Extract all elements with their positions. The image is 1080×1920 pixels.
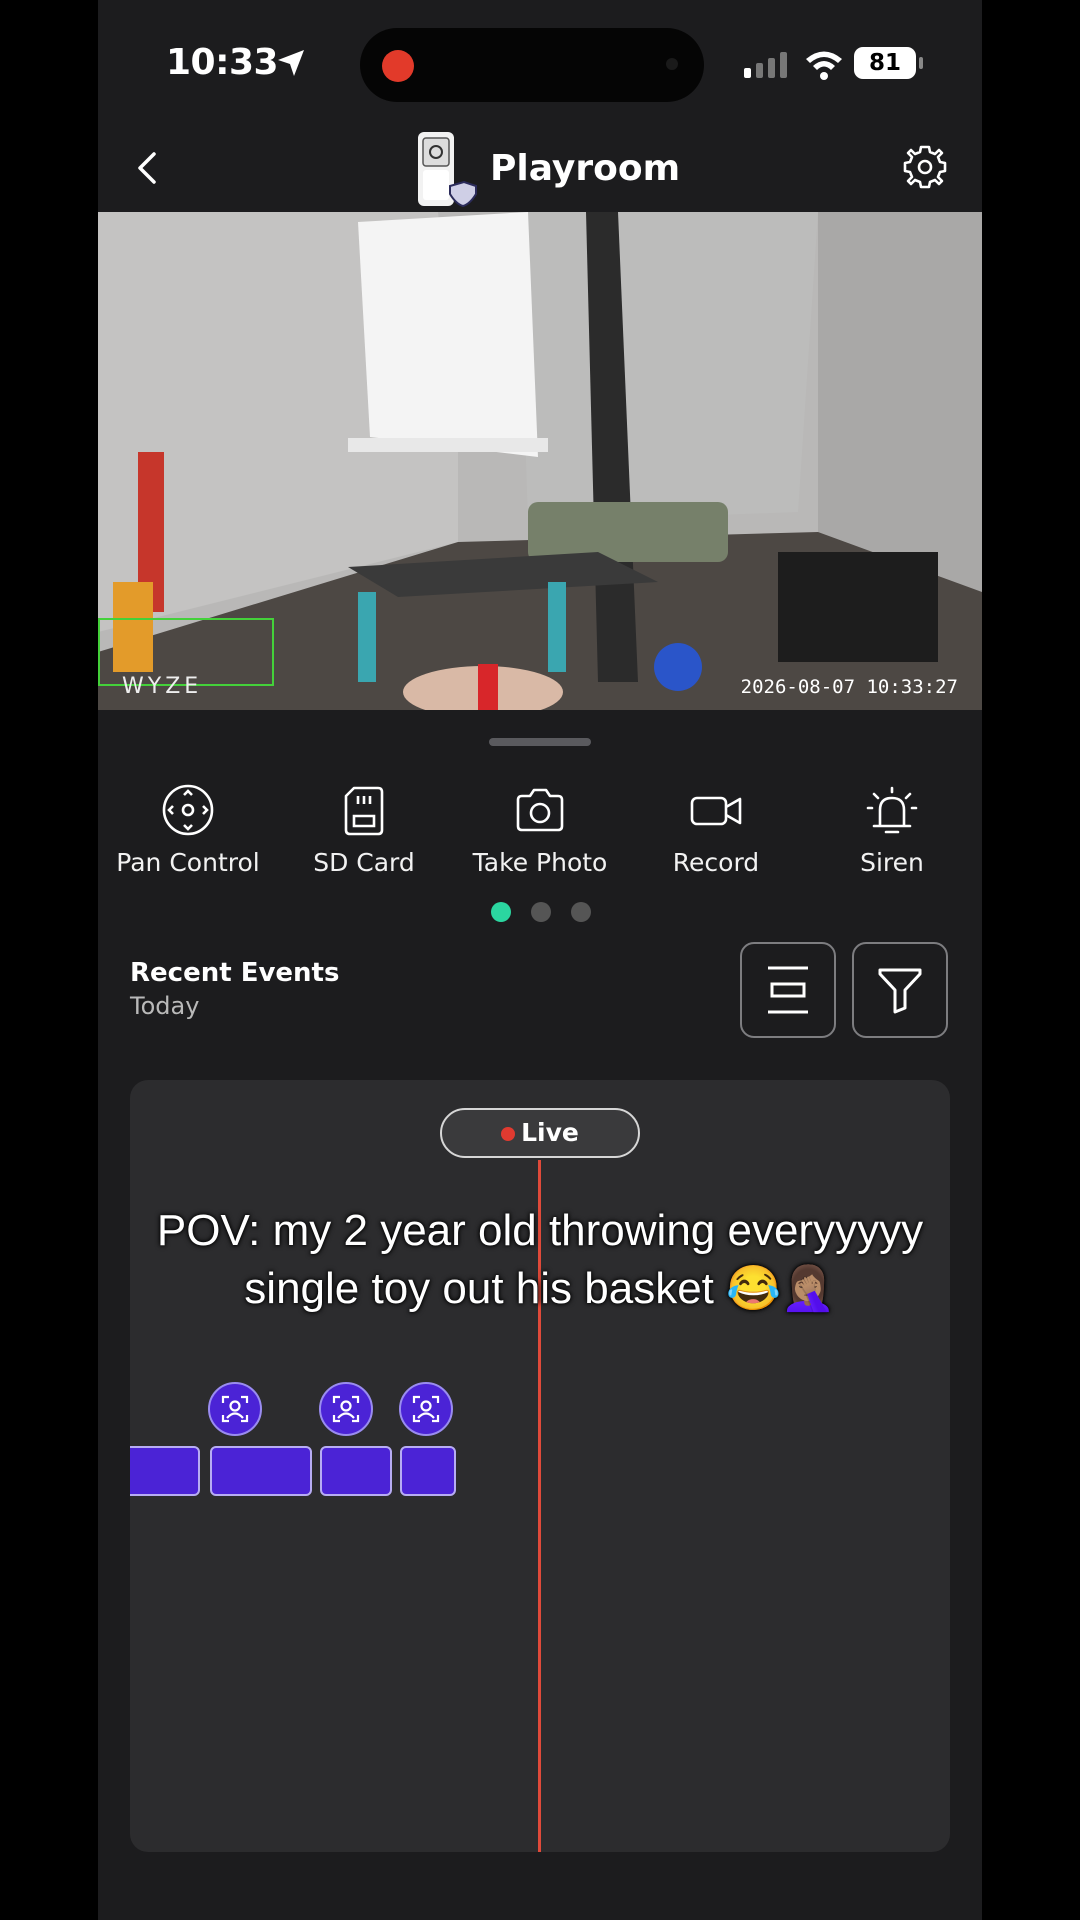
video-caption: POV: my 2 year old throwing everyyyyy si… [98, 1202, 982, 1318]
location-arrow-icon [278, 50, 304, 76]
person-detection-icon[interactable] [208, 1382, 262, 1436]
settings-gear-icon[interactable] [902, 144, 948, 190]
live-button[interactable]: Live [440, 1108, 640, 1158]
battery-tip [919, 57, 923, 69]
take-photo-label: Take Photo [472, 848, 608, 877]
app-screen: 10:33 81 Playroom WYZE 2026-08-07 10:33:… [98, 0, 982, 1920]
take-photo-button[interactable]: Take Photo [452, 782, 628, 877]
record-button[interactable]: Record [628, 782, 804, 877]
cellular-signal-icon [744, 52, 787, 78]
face-scan-icon [332, 1395, 360, 1423]
status-time: 10:33 [166, 42, 279, 83]
pager-dot[interactable] [571, 902, 591, 922]
timeline-view-button[interactable] [740, 942, 836, 1038]
siren-label: Siren [860, 848, 924, 877]
wyze-watermark: WYZE [122, 674, 203, 699]
filter-button[interactable] [852, 942, 948, 1038]
front-camera-icon [666, 58, 678, 70]
recent-events-title: Recent Events [130, 958, 340, 988]
video-doorbell-icon [418, 132, 477, 208]
live-camera-feed[interactable]: WYZE 2026-08-07 10:33:27 [98, 212, 982, 710]
feed-timestamp: 2026-08-07 10:33:27 [740, 676, 958, 698]
back-button[interactable] [122, 142, 174, 194]
timeline-layout-icon [768, 966, 808, 1014]
filter-icon [878, 968, 922, 1014]
recording-indicator-icon [382, 50, 414, 82]
actions-pager[interactable] [491, 902, 591, 922]
camera-header: Playroom [98, 120, 982, 212]
camera-icon [516, 788, 564, 832]
record-label: Record [672, 848, 760, 877]
event-clip[interactable] [400, 1446, 456, 1496]
pager-dot-active[interactable] [491, 902, 511, 922]
dynamic-island [360, 28, 704, 102]
wifi-icon [806, 51, 842, 80]
event-clip[interactable] [130, 1446, 200, 1496]
recent-events-date: Today [130, 992, 200, 1020]
pan-control-label: Pan Control [116, 848, 260, 877]
page-title: Playroom [490, 148, 681, 189]
face-scan-icon [412, 1395, 440, 1423]
person-detection-icon[interactable] [319, 1382, 373, 1436]
sd-card-label: SD Card [313, 848, 415, 877]
caption-line: POV: my 2 year old throwing everyyyyy [156, 1206, 924, 1255]
video-icon [690, 796, 742, 826]
event-timeline[interactable]: Live [130, 1080, 950, 1852]
live-label: Live [521, 1118, 579, 1147]
caption-line: single toy out his basket 😂🤦🏽‍♀️ [244, 1264, 836, 1313]
battery-level: 81 [854, 47, 916, 79]
sd-card-button[interactable]: SD Card [276, 782, 452, 877]
pager-dot[interactable] [531, 902, 551, 922]
face-scan-icon [221, 1395, 249, 1423]
sheet-drag-handle[interactable] [489, 738, 591, 746]
event-clip[interactable] [320, 1446, 392, 1496]
pan-control-button[interactable]: Pan Control [100, 782, 276, 877]
person-detection-icon[interactable] [399, 1382, 453, 1436]
live-dot-icon [501, 1127, 516, 1141]
sd-card-icon [344, 786, 384, 836]
camera-actions: Pan Control SD Card Take Photo Record Si… [98, 782, 982, 882]
siren-button[interactable]: Siren [804, 782, 980, 877]
event-clip[interactable] [210, 1446, 312, 1496]
pan-control-icon [162, 784, 214, 836]
siren-icon [866, 786, 918, 834]
status-bar: 10:33 81 [98, 0, 982, 120]
